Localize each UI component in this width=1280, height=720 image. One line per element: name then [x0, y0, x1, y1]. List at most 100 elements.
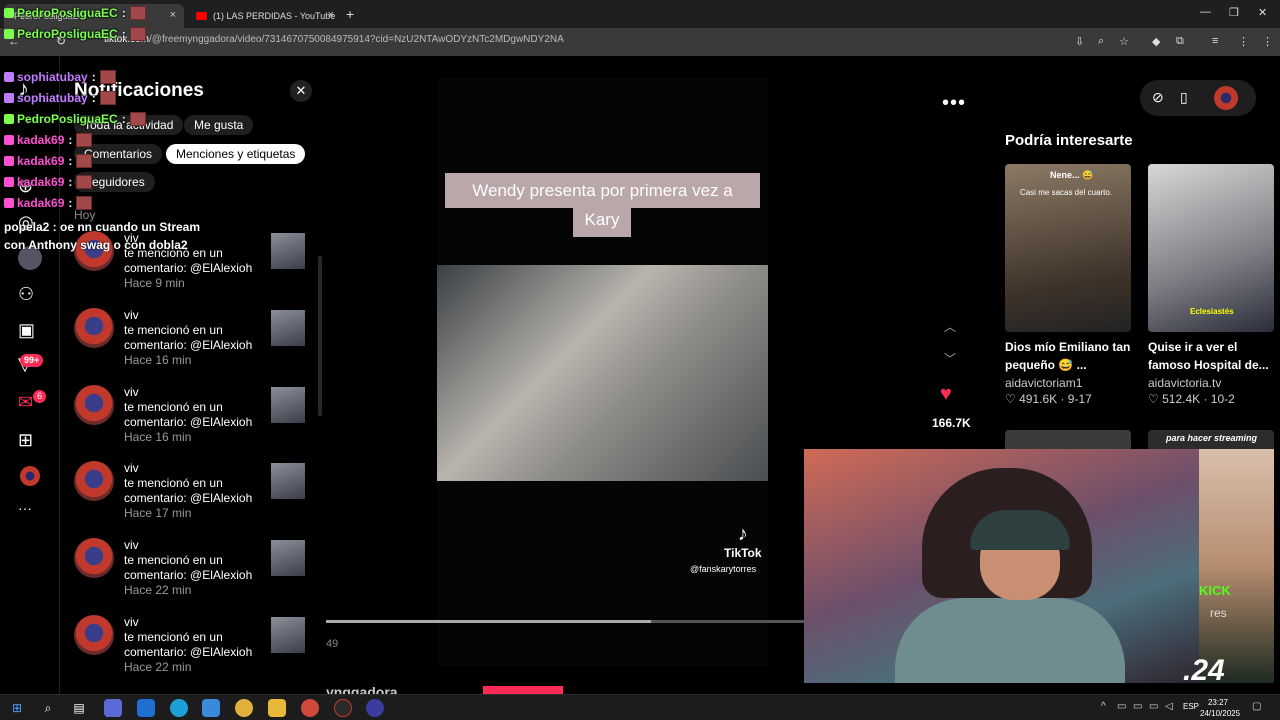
- close-window-button[interactable]: ✕: [1258, 6, 1267, 19]
- file-explorer-icon[interactable]: [268, 699, 286, 717]
- language-indicator[interactable]: ESP: [1183, 702, 1199, 711]
- scrollbar[interactable]: [318, 256, 322, 416]
- more-icon[interactable]: ···: [18, 500, 32, 516]
- chat-line: PedroPosliguaEC:: [4, 27, 146, 41]
- obs-icon[interactable]: [334, 699, 352, 717]
- puzzle-icon[interactable]: ⧉: [1176, 35, 1184, 48]
- messages-badge: 6: [33, 390, 46, 403]
- profile-avatar[interactable]: [1214, 86, 1238, 110]
- notification-item[interactable]: viv te mencionó en un comentario: @ElAle…: [74, 538, 314, 610]
- tray-icon[interactable]: ▭: [1133, 701, 1142, 712]
- store-icon[interactable]: [202, 699, 220, 717]
- chat-separator: :: [68, 175, 73, 189]
- device-icon[interactable]: ▯: [1180, 89, 1188, 106]
- tray-icon[interactable]: ▭: [1117, 701, 1126, 712]
- suggestion-stats: ♡ 512.4K · 10-2: [1148, 392, 1235, 406]
- streamer-cap: [970, 510, 1070, 550]
- notification-item[interactable]: viv te mencionó en un comentario: @ElAle…: [74, 385, 314, 457]
- video-progress-fill: [326, 620, 652, 623]
- notification-message: te mencionó en un comentario: @ElAlexioh: [124, 400, 253, 429]
- suggestion-title: Quise ir a ver el famoso Hospital de...: [1148, 340, 1269, 372]
- install-icon[interactable]: ⇩: [1075, 35, 1084, 48]
- follow-button[interactable]: [483, 686, 563, 694]
- windows-taskbar: ⊞ ⌕ ▤ ^ ▭ ▭ ▭ ◁ ESP 23:27 24/10/2025 ▢: [0, 694, 1280, 720]
- tab-title: (1) LAS PERDIDAS - YouTube: [213, 11, 336, 21]
- notification-user: viv: [124, 308, 139, 322]
- notification-text: te mencionó en un comentario: @ElAlexioh…: [124, 476, 269, 521]
- copilot-icon[interactable]: [104, 699, 122, 717]
- like-heart-icon[interactable]: ♥: [940, 383, 952, 406]
- restore-button[interactable]: ❐: [1229, 6, 1239, 19]
- coin-icon[interactable]: ⊘: [1152, 89, 1164, 106]
- tiktok-logo-icon: ♪: [737, 523, 748, 545]
- notification-item[interactable]: viv te mencionó en un comentario: @ElAle…: [74, 615, 314, 687]
- create-icon[interactable]: ⊞: [18, 430, 33, 451]
- notification-thumbnail[interactable]: [271, 310, 305, 346]
- task-view-icon[interactable]: ▤: [70, 699, 88, 717]
- minimize-button[interactable]: —: [1200, 6, 1211, 18]
- suggestion-card[interactable]: Quise ir a ver el famoso Hospital de... …: [1148, 164, 1274, 406]
- chat-line: PedroPosliguaEC:: [4, 112, 146, 126]
- zoom-icon[interactable]: ⌕: [1098, 35, 1104, 48]
- previous-video-icon[interactable]: ︿: [944, 318, 956, 335]
- streamer-body: [895, 598, 1125, 683]
- chat-username: kadak69: [17, 175, 65, 189]
- search-icon[interactable]: ⌕: [39, 699, 57, 717]
- battery-icon[interactable]: ▭: [1149, 701, 1158, 712]
- chrome-icon[interactable]: [235, 699, 253, 717]
- thumb-overlay-top: Nene... 😅: [1050, 170, 1094, 180]
- media-icon[interactable]: ≡: [1212, 35, 1218, 47]
- menu-icon[interactable]: ⋮: [1262, 35, 1273, 48]
- more-options-button[interactable]: •••: [942, 92, 966, 115]
- extension-icon[interactable]: ◆: [1152, 35, 1160, 48]
- notifications-tray-icon[interactable]: ▢: [1252, 701, 1261, 712]
- bookmark-star-icon[interactable]: ☆: [1119, 35, 1129, 48]
- windows-start-icon[interactable]: ⊞: [8, 699, 26, 717]
- notification-item[interactable]: viv te mencionó en un comentario: @ElAle…: [74, 461, 314, 533]
- notification-thumbnail[interactable]: [271, 387, 305, 423]
- chat-separator: :: [68, 154, 73, 168]
- profile-icon[interactable]: ⋮: [1238, 35, 1249, 48]
- chat-username: sophiatubay: [17, 91, 88, 105]
- chat-emote: [76, 133, 93, 147]
- app-icon[interactable]: [366, 699, 384, 717]
- tab-youtube[interactable]: (1) LAS PERDIDAS - YouTube ×: [186, 4, 342, 28]
- friends-icon[interactable]: ⚇: [18, 284, 34, 305]
- clock[interactable]: 23:27 24/10/2025: [1200, 697, 1241, 719]
- volume-icon[interactable]: ◁: [1165, 701, 1173, 712]
- notification-message: te mencionó en un comentario: @ElAlexioh: [124, 323, 253, 352]
- notification-text: te mencionó en un comentario: @ElAlexioh…: [124, 323, 269, 368]
- outlook-icon[interactable]: [137, 699, 155, 717]
- clock-date: 24/10/2025: [1200, 709, 1241, 718]
- notification-thumbnail[interactable]: [271, 463, 305, 499]
- chat-line: sophiatubay:: [4, 91, 116, 105]
- avatar: [74, 461, 114, 501]
- notification-thumbnail[interactable]: [271, 233, 305, 269]
- chat-username: sophiatubay: [17, 70, 88, 84]
- messages-icon[interactable]: ✉: [18, 392, 33, 413]
- edge-icon[interactable]: [170, 699, 188, 717]
- avatar: [74, 615, 114, 655]
- chat-username: PedroPosliguaEC: [17, 27, 118, 41]
- profile-avatar[interactable]: [20, 466, 40, 486]
- notification-item[interactable]: viv te mencionó en un comentario: @ElAle…: [74, 308, 314, 380]
- chip-mentions[interactable]: Menciones y etiquetas: [166, 144, 306, 164]
- video-frame-image: [437, 265, 768, 481]
- close-icon[interactable]: ✕: [290, 80, 312, 102]
- notification-thumbnail[interactable]: [271, 617, 305, 653]
- tab-close-icon[interactable]: ×: [170, 9, 176, 21]
- notification-user: viv: [124, 538, 139, 552]
- tab-close-icon[interactable]: ×: [328, 9, 334, 21]
- chat-badge-icon: [4, 8, 14, 18]
- chrome-active-icon[interactable]: [301, 699, 319, 717]
- url-field[interactable]: tiktok.com/@freemynggadora/video/7314670…: [104, 34, 564, 45]
- chat-line: sophiatubay:: [4, 70, 116, 84]
- live-icon[interactable]: ▣: [18, 320, 35, 341]
- chip-likes[interactable]: Me gusta: [184, 115, 254, 135]
- new-tab-button[interactable]: +: [346, 6, 354, 22]
- suggestion-card[interactable]: Dios mío Emiliano tan pequeño 😅 ... aida…: [1005, 164, 1131, 406]
- notification-thumbnail[interactable]: [271, 540, 305, 576]
- video-progress-bar[interactable]: [326, 620, 804, 623]
- tray-chevron-icon[interactable]: ^: [1101, 701, 1106, 712]
- next-video-icon[interactable]: ﹀: [944, 350, 956, 367]
